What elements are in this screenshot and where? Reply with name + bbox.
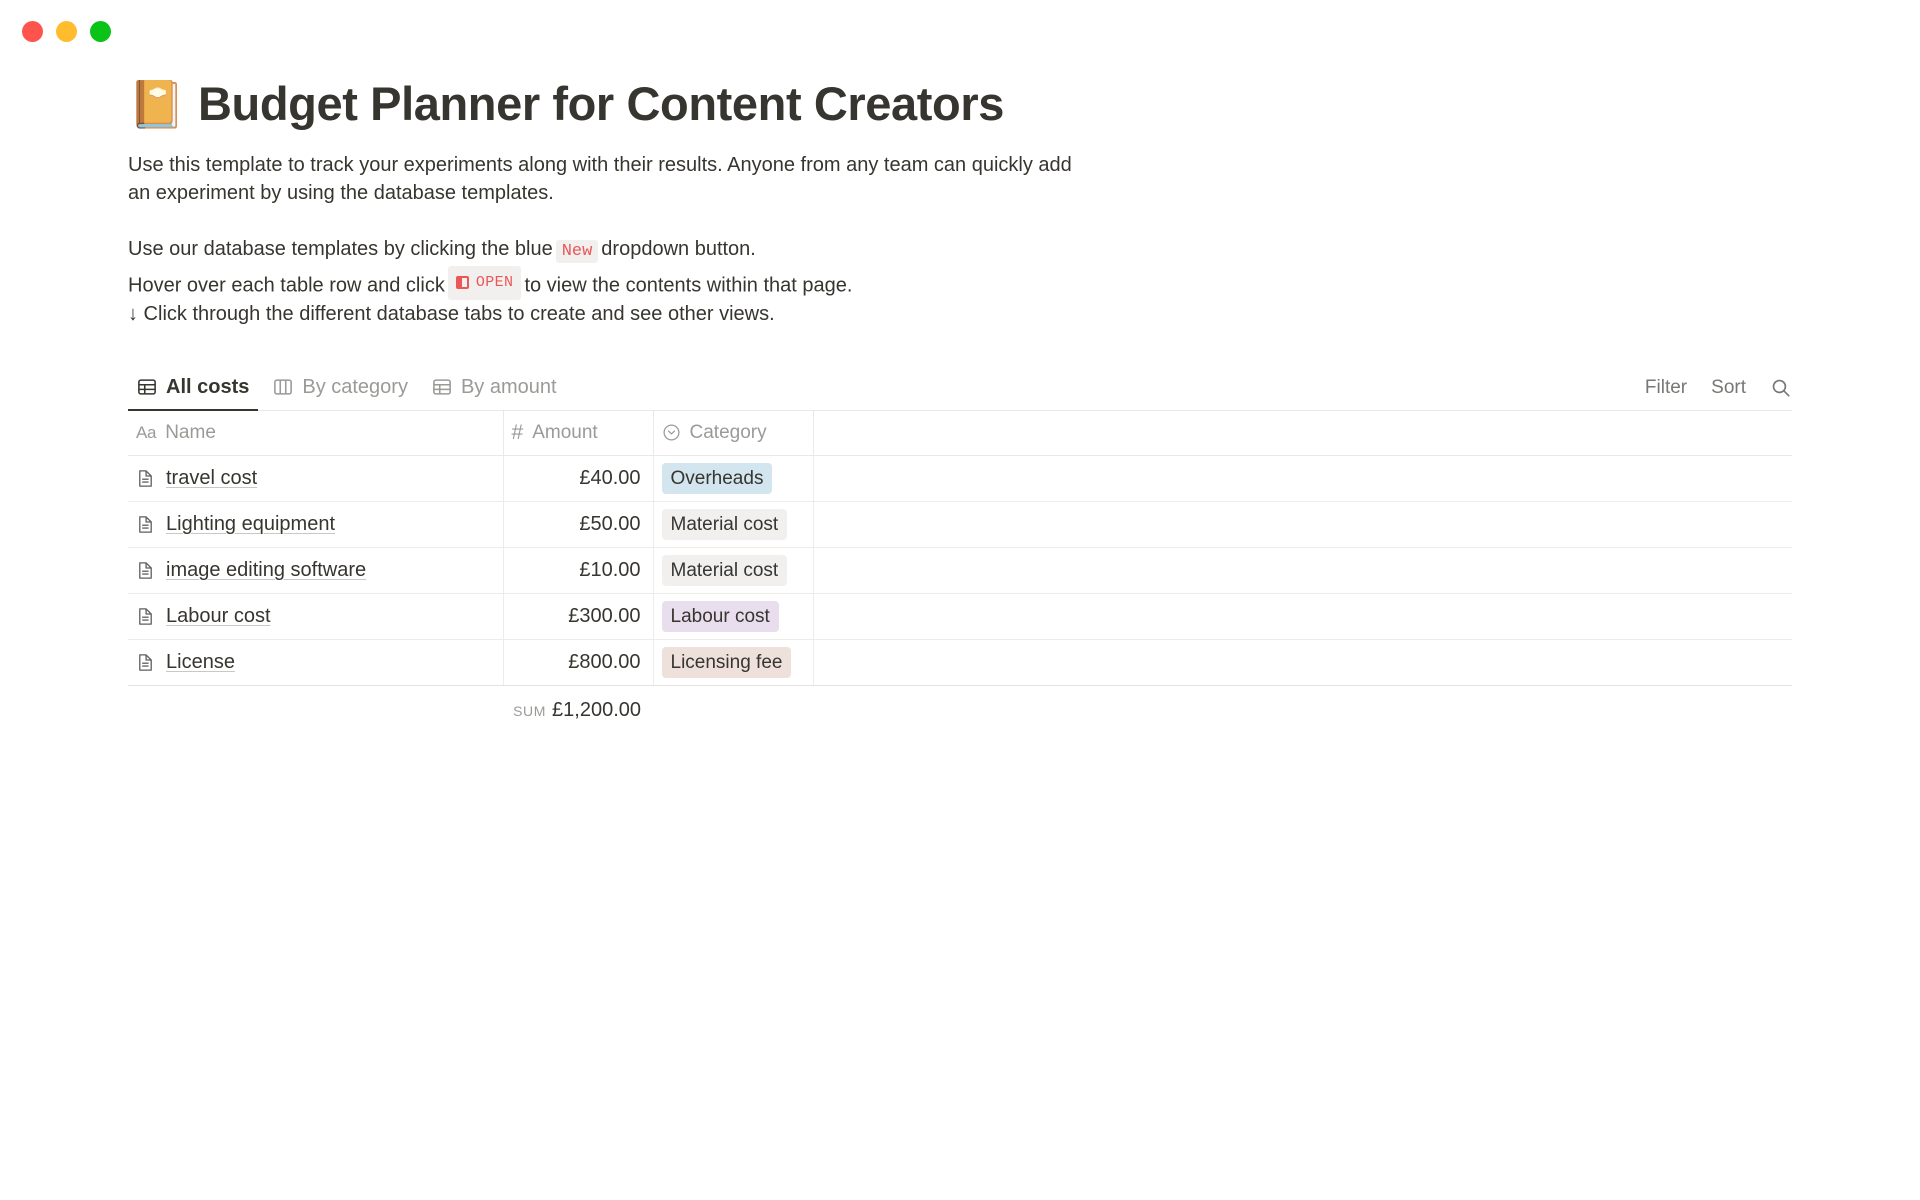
category-pill: Material cost (661, 508, 788, 540)
window-zoom-button[interactable] (90, 20, 111, 42)
tab-by-category[interactable]: By category (264, 370, 417, 410)
column-header-category-label: Category (689, 421, 767, 443)
cell-amount[interactable]: £10.00 (503, 547, 654, 594)
cell-name[interactable]: Labour cost (128, 593, 504, 640)
sum-label: Sum (513, 702, 547, 719)
cell-name[interactable]: travel cost (128, 455, 504, 502)
tab-by-category-label: By category (302, 375, 408, 398)
open-badge-label: OPEN (475, 273, 514, 291)
table-footer: Sum £1,200.00 (128, 686, 1792, 722)
select-type-icon (662, 423, 681, 442)
sort-button[interactable]: Sort (1711, 377, 1746, 399)
cell-name[interactable]: Lighting equipment (128, 501, 504, 548)
window-titlebar (0, 0, 1920, 62)
search-icon[interactable] (1770, 377, 1792, 399)
row-name-link[interactable]: Labour cost (166, 605, 271, 628)
table-row[interactable]: Lighting equipment £50.00 Material cost (128, 501, 1792, 548)
table-header: Aa Name # Amount Category (128, 410, 1792, 456)
cell-category[interactable]: Material cost (653, 501, 814, 548)
instruction-1-text-after: dropdown button. (601, 237, 756, 260)
database-toolbar: All costs By category By amount Filter S… (128, 370, 1792, 411)
table-icon (432, 377, 452, 397)
page-emoji-icon[interactable]: 📔 (128, 81, 185, 127)
intro-paragraph: Use this template to track your experime… (128, 153, 1072, 204)
tab-by-amount[interactable]: By amount (423, 370, 566, 410)
row-name-link[interactable]: License (166, 651, 235, 674)
instruction-line-2: Hover over each table row and click OPEN t… (128, 265, 1078, 300)
sum-value: £1,200.00 (552, 698, 641, 721)
row-name-link[interactable]: Lighting equipment (166, 513, 335, 536)
board-icon (273, 377, 293, 397)
tab-by-amount-label: By amount (460, 375, 557, 398)
text-type-icon: Aa (136, 423, 157, 443)
column-header-amount[interactable]: # Amount (503, 410, 654, 456)
column-header-add[interactable] (813, 410, 1792, 456)
page-document-icon (136, 469, 155, 488)
tab-all-costs[interactable]: All costs (128, 370, 259, 411)
filter-button[interactable]: Filter (1645, 377, 1687, 399)
cell-name[interactable]: image editing software (128, 547, 504, 594)
table-row[interactable]: image editing software £10.00 Material c… (128, 547, 1792, 594)
cell-name[interactable]: License (128, 639, 504, 686)
cell-blank (813, 639, 1792, 686)
row-name-link[interactable]: travel cost (166, 467, 257, 490)
category-pill: Licensing fee (661, 646, 792, 678)
instruction-2-text-before: Hover over each table row and click (128, 274, 445, 297)
page-header: 📔 Budget Planner for Content Creators (128, 78, 1920, 130)
tab-all-costs-label: All costs (166, 375, 250, 398)
cell-category[interactable]: Labour cost (653, 593, 814, 640)
new-badge: New (555, 239, 599, 263)
column-header-name-label: Name (165, 421, 216, 443)
cell-amount[interactable]: £50.00 (503, 501, 654, 548)
category-pill: Labour cost (661, 600, 779, 632)
instruction-line-3: ↓ Click through the different database t… (128, 302, 775, 325)
open-badge: OPEN (447, 265, 522, 300)
cell-category[interactable]: Overheads (653, 455, 814, 502)
page-document-icon (136, 561, 155, 580)
table-body: travel cost £40.00 Overheads Lighting eq… (128, 455, 1792, 686)
cell-category[interactable]: Licensing fee (653, 639, 814, 686)
amount-sum[interactable]: Sum £1,200.00 (503, 686, 653, 722)
window-minimize-button[interactable] (56, 20, 77, 42)
database-view-tabs: All costs By category By amount (128, 370, 566, 411)
instruction-line-1: Use our database templates by clicking t… (128, 235, 1078, 266)
cell-amount[interactable]: £40.00 (503, 455, 654, 502)
table-icon (137, 377, 157, 397)
cell-category[interactable]: Material cost (653, 547, 814, 594)
table-row[interactable]: License £800.00 Licensing fee (128, 639, 1792, 686)
database-block: All costs By category By amount Filter S… (128, 370, 1920, 722)
cell-blank (813, 593, 1792, 640)
database-actions: Filter Sort (1645, 377, 1792, 410)
table-row[interactable]: travel cost £40.00 Overheads (128, 455, 1792, 502)
number-type-icon: # (511, 421, 524, 445)
instruction-1-text-before: Use our database templates by clicking t… (128, 237, 553, 260)
category-pill: Material cost (661, 554, 788, 586)
page-title[interactable]: Budget Planner for Content Creators (198, 78, 1004, 130)
footer-name-spacer (128, 686, 503, 722)
page-document-icon (136, 607, 155, 626)
table-header-row: Aa Name # Amount Category (128, 410, 1792, 456)
cell-amount[interactable]: £800.00 (503, 639, 654, 686)
open-page-icon (455, 276, 469, 290)
cell-blank (813, 547, 1792, 594)
table-row[interactable]: Labour cost £300.00 Labour cost (128, 593, 1792, 640)
column-header-amount-label: Amount (532, 421, 598, 443)
row-name-link[interactable]: image editing software (166, 559, 366, 582)
page-document-icon (136, 653, 155, 672)
cell-blank (813, 501, 1792, 548)
instruction-2-text-after: to view the contents within that page. (524, 274, 853, 297)
page-intro: Use this template to track your experime… (128, 151, 1078, 328)
page-document-icon (136, 515, 155, 534)
column-header-name[interactable]: Aa Name (128, 410, 504, 456)
category-pill: Overheads (661, 462, 773, 494)
column-header-category[interactable]: Category (653, 410, 814, 456)
window-close-button[interactable] (22, 20, 43, 42)
page-content: 📔 Budget Planner for Content Creators Us… (0, 78, 1920, 722)
cell-amount[interactable]: £300.00 (503, 593, 654, 640)
cell-blank (813, 455, 1792, 502)
costs-table: Aa Name # Amount Category travel cost £4… (128, 410, 1792, 686)
